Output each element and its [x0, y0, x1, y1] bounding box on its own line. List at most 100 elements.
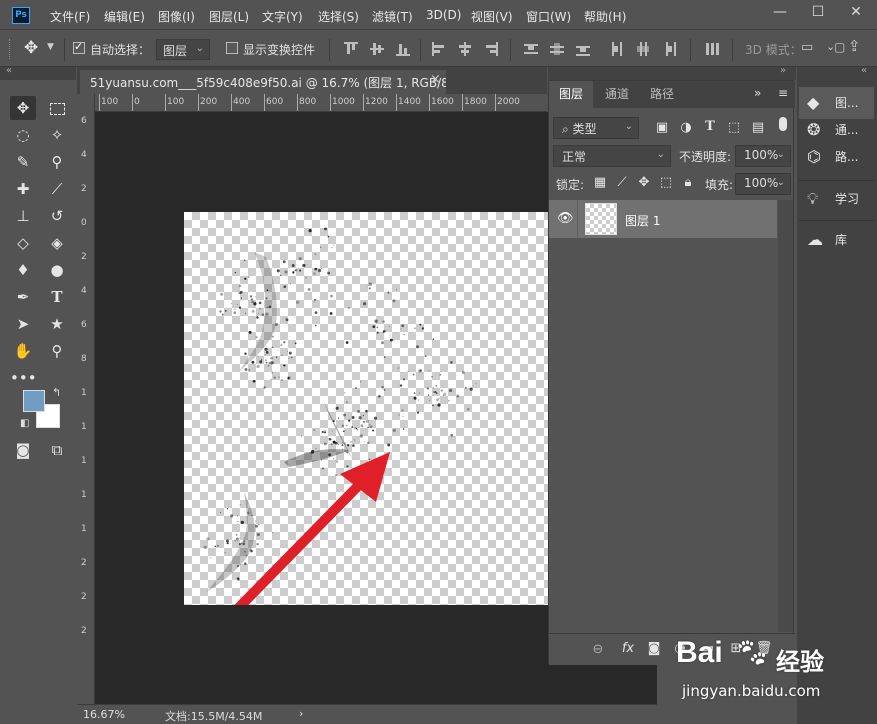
auto-align-icon[interactable] [706, 42, 720, 56]
hand-tool-icon[interactable]: ✋ [10, 339, 36, 363]
menu-window[interactable]: 窗口(W) [526, 8, 571, 25]
align-hcenter-icon[interactable] [458, 42, 472, 56]
document-canvas[interactable] [184, 212, 548, 605]
lock-all-icon[interactable]: 🔒︎ [679, 175, 697, 190]
magic-wand-tool-icon[interactable]: ✧ [44, 123, 70, 147]
dock-paths[interactable]: ⌬ 路... [799, 141, 874, 173]
align-left-icon[interactable] [432, 42, 446, 56]
menu-image[interactable]: 图像(I) [158, 8, 195, 25]
path-selection-tool-icon[interactable]: ➤ [10, 312, 36, 336]
show-transform-checkbox[interactable] [226, 42, 238, 54]
expand-icon[interactable]: « [861, 65, 867, 76]
move-tool-icon[interactable]: ✥ [10, 96, 36, 120]
zoom-level[interactable]: 16.67% [83, 708, 125, 721]
default-colors-icon[interactable]: ◧ [20, 418, 29, 429]
tab-channels[interactable]: 通道 [595, 81, 639, 108]
screen-mode-icon[interactable]: ⧉ [44, 438, 70, 462]
workspace-icon[interactable]: ▢ [834, 40, 845, 54]
menu-type[interactable]: 文字(Y) [262, 8, 303, 25]
layer-name[interactable]: 图层 1 [625, 212, 660, 229]
filter-adjustment-icon[interactable]: ◑ [677, 120, 695, 135]
filter-smart-object-icon[interactable]: ▤ [749, 120, 767, 135]
auto-select-target-dropdown[interactable]: 图层 ⌄ [156, 39, 210, 60]
collapse-panel-icon[interactable]: » [780, 65, 786, 76]
status-menu-arrow[interactable]: › [299, 707, 303, 720]
tab-paths[interactable]: 路径 [640, 81, 684, 108]
distribute-vcenter-icon[interactable] [550, 42, 564, 56]
eraser-tool-icon[interactable]: ◇ [10, 231, 36, 255]
healing-brush-tool-icon[interactable]: ✚ [10, 177, 36, 201]
align-bottom-icon[interactable] [396, 42, 410, 56]
opacity-input[interactable]: 100% ⌄ [735, 145, 791, 167]
more-tools-icon[interactable]: ••• [10, 366, 37, 390]
filter-pixel-icon[interactable]: ▣ [653, 120, 671, 135]
minimize-button[interactable]: — [765, 0, 795, 24]
menu-help[interactable]: 帮助(H) [584, 8, 626, 25]
layer-filter-dropdown[interactable]: ⌕ 类型 ⌄ [553, 117, 639, 139]
menu-select[interactable]: 选择(S) [318, 8, 359, 25]
align-right-icon[interactable] [484, 42, 498, 56]
filter-toggle-icon[interactable] [779, 117, 787, 131]
fill-input[interactable]: 100% ⌄ [735, 173, 791, 195]
lock-image-icon[interactable]: ⟋ [613, 175, 631, 190]
paint-bucket-tool-icon[interactable]: ◈ [44, 231, 70, 255]
share-icon[interactable]: ⇪ [848, 37, 861, 55]
filter-shape-icon[interactable]: ⬚ [725, 120, 743, 135]
auto-select-checkbox[interactable] [73, 40, 85, 54]
blend-mode-dropdown[interactable]: 正常 ⌄ [553, 145, 671, 167]
add-mask-icon[interactable]: ◙ [645, 641, 663, 656]
filter-type-icon[interactable]: T [701, 119, 719, 134]
marquee-tool-icon[interactable] [44, 96, 70, 120]
layer-style-icon[interactable]: fx [619, 641, 637, 656]
close-button[interactable]: ✕ [841, 0, 871, 24]
dock-learn[interactable]: 💡︎ 学习 [799, 183, 874, 215]
move-tool-preset-icon[interactable]: ✥ [24, 38, 38, 58]
type-tool-icon[interactable]: T [44, 285, 70, 309]
chevron-down-icon[interactable]: ▼ [47, 42, 54, 52]
menu-view[interactable]: 视图(V) [471, 8, 513, 25]
quick-mask-icon[interactable]: ◙ [10, 438, 36, 462]
3d-rotate-icon[interactable]: ▭ [801, 40, 813, 55]
lasso-tool-icon[interactable]: ◌ [10, 123, 36, 147]
maximize-button[interactable]: ☐ [803, 0, 833, 24]
distribute-hcenter-icon[interactable] [636, 42, 650, 56]
foreground-color-swatch[interactable] [23, 390, 45, 412]
layer-row[interactable]: 👁︎ 图层 1 [549, 200, 777, 238]
clone-stamp-tool-icon[interactable]: ⊥ [10, 204, 36, 228]
lock-transparent-icon[interactable]: ▦ [591, 175, 609, 190]
dodge-tool-icon[interactable]: ● [44, 258, 70, 282]
swap-colors-icon[interactable]: ↰ [52, 386, 61, 399]
shape-tool-icon[interactable]: ★ [44, 312, 70, 336]
layers-scrollbar[interactable] [778, 200, 793, 632]
menu-file[interactable]: 文件(F) [50, 8, 90, 25]
visibility-eye-icon[interactable]: 👁︎ [557, 211, 574, 226]
eyedropper-tool-icon[interactable]: ⚲ [44, 150, 70, 174]
panel-expand-icon[interactable]: » [754, 86, 761, 100]
lock-artboard-icon[interactable]: ⬚ [657, 175, 675, 190]
menu-layer[interactable]: 图层(L) [209, 8, 249, 25]
layer-thumbnail[interactable] [585, 203, 617, 235]
crop-tool-icon[interactable]: ✎ [10, 150, 36, 174]
collapse-icon[interactable]: « [6, 65, 12, 76]
distribute-left-icon[interactable] [610, 42, 624, 56]
document-tab[interactable]: 51yuansu.com___5f59c408e9f50.ai @ 16.7% … [80, 70, 446, 94]
history-brush-tool-icon[interactable]: ↺ [44, 204, 70, 228]
menu-edit[interactable]: 编辑(E) [104, 8, 145, 25]
distribute-right-icon[interactable] [662, 42, 676, 56]
distribute-top-icon[interactable] [524, 42, 538, 56]
lock-position-icon[interactable]: ✥ [635, 175, 653, 190]
tab-layers[interactable]: 图层 [549, 81, 594, 108]
distribute-bottom-icon[interactable] [576, 42, 590, 56]
blur-tool-icon[interactable]: ♦ [10, 258, 36, 282]
dock-libraries[interactable]: ☁ 库 [799, 224, 874, 256]
menu-filter[interactable]: 滤镜(T) [372, 8, 413, 25]
pen-tool-icon[interactable]: ✒ [10, 285, 36, 309]
close-document-icon[interactable]: × [430, 72, 441, 87]
align-top-icon[interactable] [344, 42, 358, 56]
link-layers-icon[interactable]: ⊖ [589, 642, 607, 657]
panel-menu-icon[interactable]: ≡ [778, 86, 788, 100]
brush-tool-icon[interactable]: ⟋ [44, 177, 70, 201]
menu-3d[interactable]: 3D(D) [426, 8, 461, 22]
align-vcenter-icon[interactable] [370, 42, 384, 56]
zoom-tool-icon[interactable]: ⚲ [44, 339, 70, 363]
